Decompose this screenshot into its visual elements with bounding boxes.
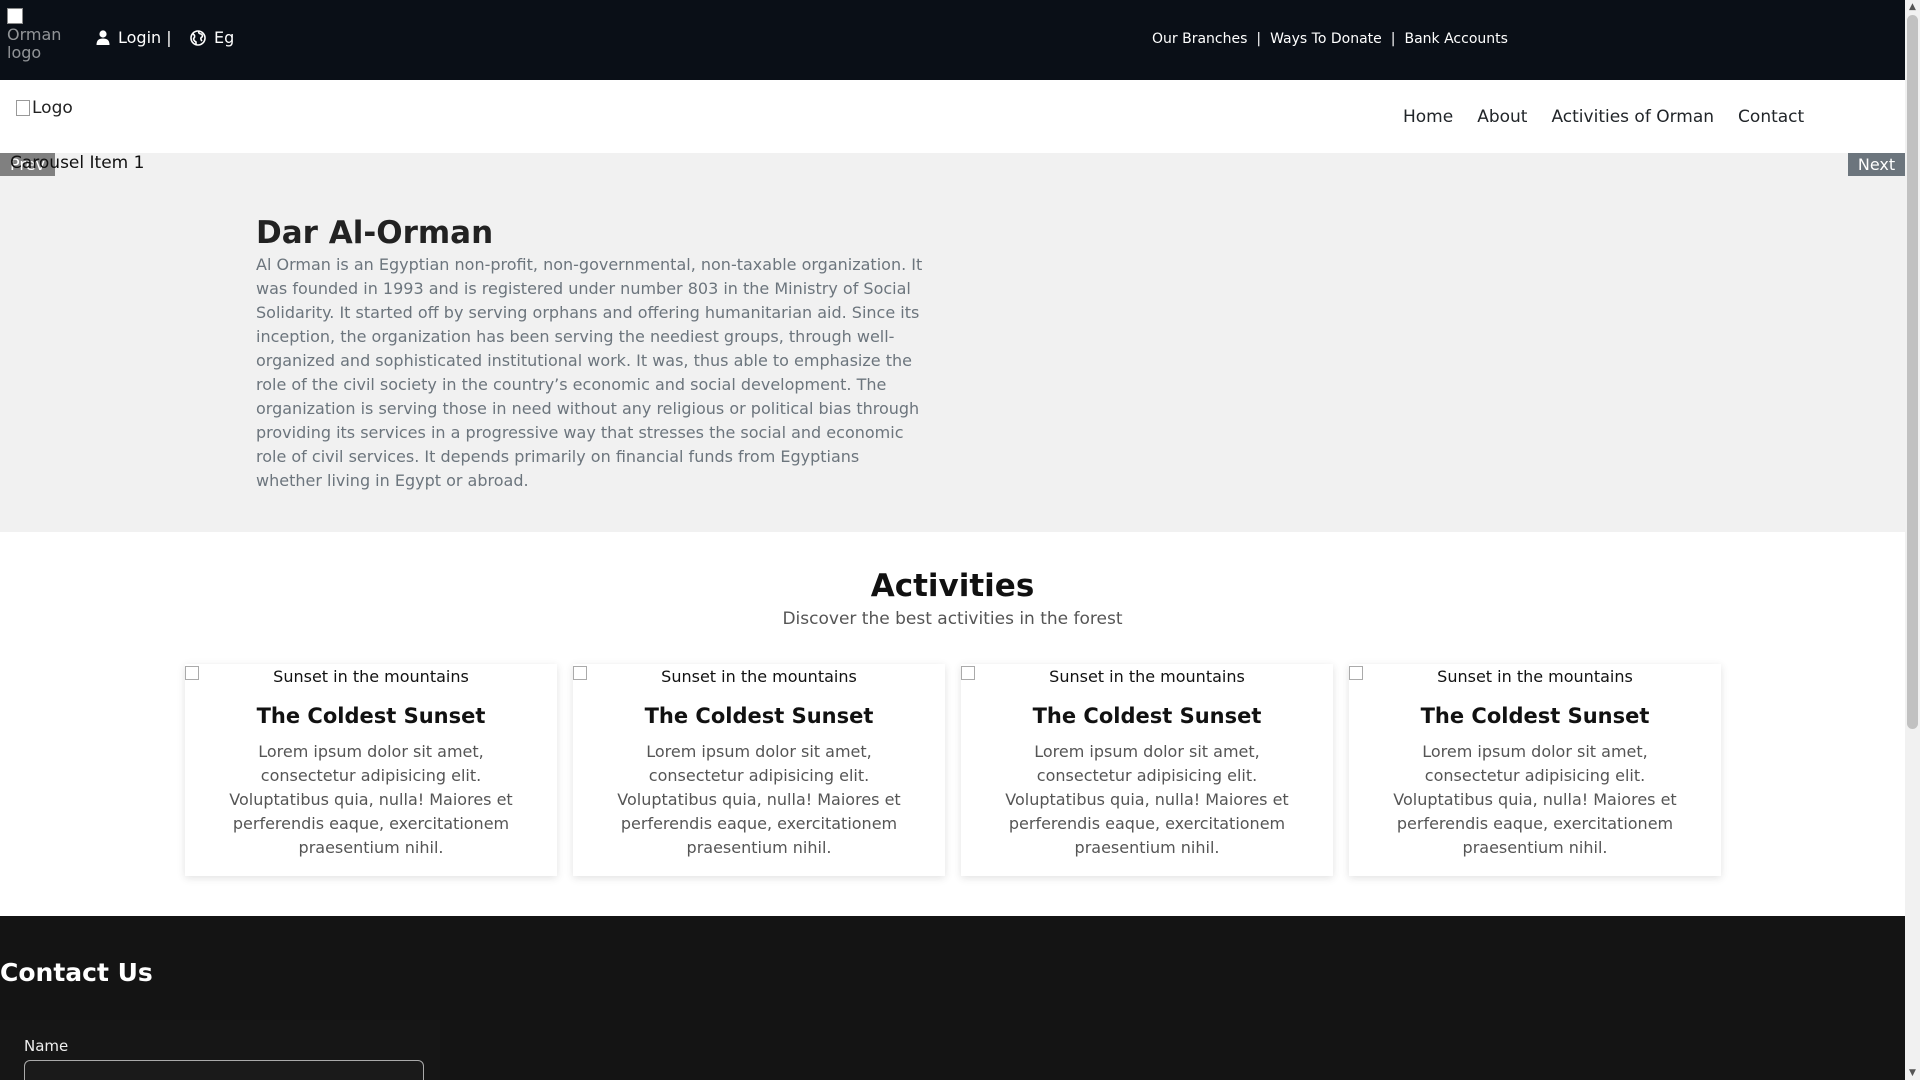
activity-card-title: The Coldest Sunset <box>644 704 874 728</box>
activity-card-text: Lorem ipsum dolor sit amet, consectetur … <box>1393 742 1677 857</box>
carousel-description: Al Orman is an Egyptian non-profit, non-… <box>256 255 923 490</box>
user-icon <box>96 30 110 45</box>
activity-card-image: Sunset in the mountains <box>961 664 1333 688</box>
name-field-label: Name <box>24 1037 69 1055</box>
activities-subtitle: Discover the best activities in the fore… <box>782 609 1123 629</box>
login-link[interactable]: Login | <box>96 28 172 47</box>
activity-card-image-alt: Sunset in the mountains <box>1049 667 1245 686</box>
site-logo[interactable]: Logo <box>16 98 73 118</box>
login-label: Login | <box>118 28 172 47</box>
nav-link-activities[interactable]: Activities of Orman <box>1539 107 1726 127</box>
orman-logo-alt-text: Orman logo <box>7 25 62 62</box>
activity-card[interactable]: Sunset in the mountains The Coldest Suns… <box>185 664 557 876</box>
activities-heading: Activities <box>870 568 1035 604</box>
activity-card-image-alt: Sunset in the mountains <box>661 667 857 686</box>
site-logo-alt-text: Logo <box>32 98 73 118</box>
carousel-next-button[interactable]: Next <box>1848 153 1905 176</box>
activity-card-image: Sunset in the mountains <box>185 664 557 688</box>
carousel-title: Dar Al-Orman <box>256 215 494 251</box>
activity-card-image: Sunset in the mountains <box>1349 664 1721 688</box>
activity-card-image-alt: Sunset in the mountains <box>273 667 469 686</box>
globe-icon <box>190 29 206 46</box>
scroll-up-arrow-icon[interactable]: ▲ <box>1905 0 1920 14</box>
nav-links: Home About Activities of Orman Contact <box>1391 107 1816 127</box>
top-link-our-branches[interactable]: Our Branches <box>1152 31 1247 47</box>
nav-link-home[interactable]: Home <box>1391 107 1465 127</box>
broken-image-icon <box>7 8 23 24</box>
page-scrollbar[interactable]: ▲ ▼ <box>1905 0 1920 1080</box>
top-link-separator: | <box>1256 31 1262 47</box>
activity-card-text: Lorem ipsum dolor sit amet, consectetur … <box>1005 742 1289 857</box>
language-label: Eg <box>214 28 235 47</box>
broken-image-icon <box>573 666 587 680</box>
activity-card-image-alt: Sunset in the mountains <box>1437 667 1633 686</box>
top-link-separator: | <box>1390 31 1396 47</box>
activity-card[interactable]: Sunset in the mountains The Coldest Suns… <box>1349 664 1721 876</box>
activity-card[interactable]: Sunset in the mountains The Coldest Suns… <box>573 664 945 876</box>
activity-card-title: The Coldest Sunset <box>256 704 486 728</box>
orman-logo-image[interactable]: Orman logo <box>7 8 65 72</box>
scrollbar-thumb[interactable] <box>1907 15 1918 729</box>
contact-heading: Contact Us <box>0 958 153 987</box>
activity-card-title: The Coldest Sunset <box>1420 704 1650 728</box>
activity-card-text: Lorem ipsum dolor sit amet, consectetur … <box>617 742 901 857</box>
scroll-down-arrow-icon[interactable]: ▼ <box>1905 1066 1920 1080</box>
activity-card-title: The Coldest Sunset <box>1032 704 1262 728</box>
activity-cards: Sunset in the mountains The Coldest Suns… <box>185 664 1721 876</box>
broken-image-icon <box>1349 666 1363 680</box>
carousel-item-label: Carousel Item 1 <box>10 153 145 173</box>
top-links: Our Branches | Ways To Donate | Bank Acc… <box>1152 31 1508 47</box>
nav-link-contact[interactable]: Contact <box>1726 107 1816 127</box>
broken-image-icon <box>16 100 30 116</box>
top-bar: Orman logo Login | Eg Our Branches | Way… <box>0 0 1905 80</box>
name-input[interactable] <box>24 1060 424 1080</box>
language-selector[interactable]: Eg <box>190 28 234 47</box>
activity-card[interactable]: Sunset in the mountains The Coldest Suns… <box>961 664 1333 876</box>
nav-link-about[interactable]: About <box>1465 107 1539 127</box>
broken-image-icon <box>185 666 199 680</box>
broken-image-icon <box>961 666 975 680</box>
activity-card-text: Lorem ipsum dolor sit amet, consectetur … <box>229 742 513 857</box>
top-link-ways-to-donate[interactable]: Ways To Donate <box>1270 31 1382 47</box>
top-link-bank-accounts[interactable]: Bank Accounts <box>1404 31 1507 47</box>
activity-card-image: Sunset in the mountains <box>573 664 945 688</box>
contact-section: Contact Us Name <box>0 916 1905 1080</box>
